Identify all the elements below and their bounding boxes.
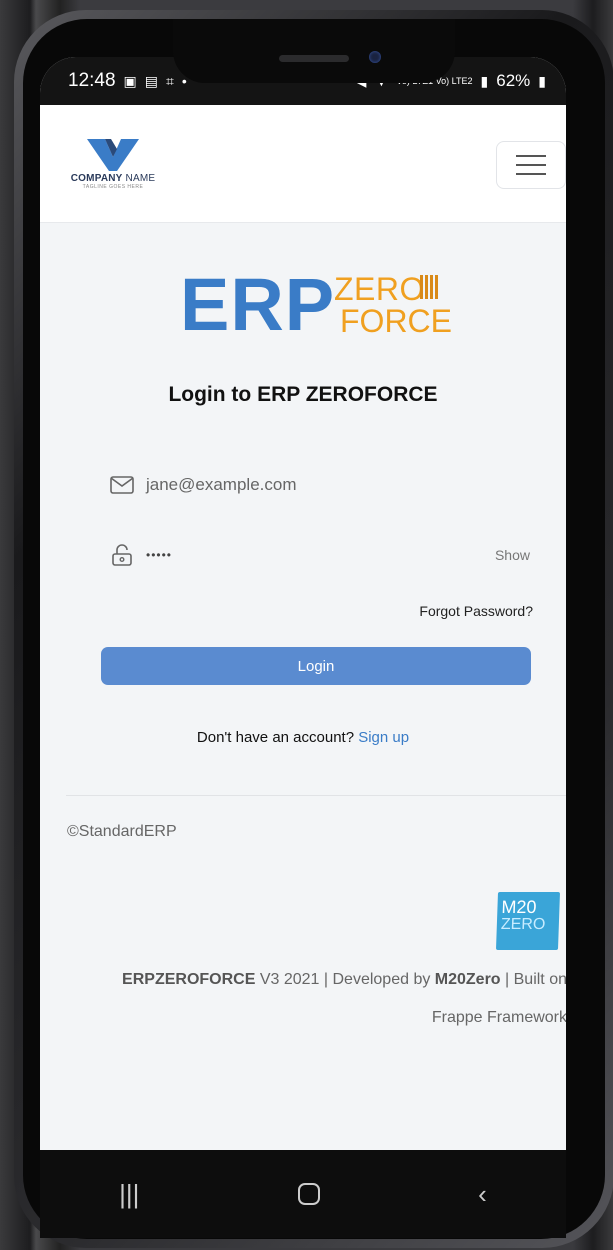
lock-icon [112, 544, 132, 566]
back-icon[interactable]: ‹ [478, 1179, 487, 1210]
footer-divider [66, 795, 566, 796]
show-password-toggle[interactable]: Show [495, 547, 530, 563]
signal-icon: ▮ [480, 72, 489, 89]
recent-apps-icon[interactable]: ||| [119, 1179, 139, 1210]
signup-link[interactable]: Sign up [358, 729, 409, 746]
battery-icon: ▮ [538, 72, 546, 89]
login-button[interactable]: Login [101, 647, 531, 685]
no-account-text: Don't have an account? [196, 729, 359, 746]
company-logo[interactable]: COMPANY NAME TAGLINE GOES HERE [58, 137, 168, 190]
forgot-password-link[interactable]: Forgot Password? [419, 603, 533, 619]
m20zero-logo: M20 ZERO [495, 892, 561, 950]
screenshot-notification-icon: ⌗ [166, 72, 174, 89]
battery-percent: 62% [496, 71, 531, 90]
home-button-icon[interactable] [297, 1183, 320, 1205]
brand-zero: ZERO [334, 271, 425, 307]
notch [173, 19, 455, 83]
password-field[interactable]: ••••• Show [110, 535, 530, 575]
top-navbar: COMPANY NAME TAGLINE GOES HERE [40, 105, 566, 223]
signup-prompt: Don't have an account? Sign up [40, 729, 566, 746]
footer-framework: Frappe Framework [431, 1009, 566, 1026]
erp-zeroforce-logo: ERP ZERO FORCE [180, 263, 460, 346]
barcode-icon [420, 275, 438, 299]
company-name: COMPANY NAME [58, 173, 168, 184]
envelope-icon [110, 476, 134, 494]
brand-erp: ERP [180, 263, 336, 346]
copyright: ©StandardERP [67, 823, 177, 840]
gallery-notification-icon: ▤ [144, 72, 159, 89]
footer-product: ERPZEROFORCE [122, 971, 256, 988]
m20-logo-line2: ZERO [500, 916, 546, 933]
footer-credits: ERPZEROFORCE V3 2021 | Developed by M20Z… [40, 961, 566, 1037]
front-camera-icon [369, 51, 381, 63]
photo-notification-icon: ▣ [123, 72, 137, 89]
screen: 12:48 ▣ ▤ ⌗ • ◀ ▼ Vo) LTE1 Vo) LTE2 ▮ 62… [40, 57, 566, 1150]
footer-developer: M20Zero [434, 971, 501, 988]
company-name-rest: NAME [122, 173, 156, 184]
footer-version: V3 2021 | Developed by [255, 971, 435, 988]
brand-force: FORCE [340, 303, 452, 339]
company-name-bold: COMPANY [70, 173, 123, 184]
hamburger-line [516, 173, 546, 175]
email-field[interactable]: jane@example.com [110, 465, 530, 505]
password-value[interactable]: ••••• [146, 548, 172, 562]
android-nav-bar: ||| ‹ [40, 1150, 566, 1238]
menu-toggle-button[interactable] [496, 141, 566, 189]
earpiece-speaker [279, 55, 349, 62]
hamburger-line [516, 155, 546, 157]
email-value[interactable]: jane@example.com [146, 475, 297, 495]
company-v-logo-icon [87, 139, 139, 171]
clock: 12:48 [68, 70, 116, 91]
tagline: TAGLINE GOES HERE [82, 184, 144, 190]
footer-built-on: | Built on [500, 971, 566, 988]
m20-logo-line1: M20 [501, 897, 537, 917]
hamburger-line [516, 164, 546, 166]
page-title: Login to ERP ZEROFORCE [168, 383, 438, 406]
